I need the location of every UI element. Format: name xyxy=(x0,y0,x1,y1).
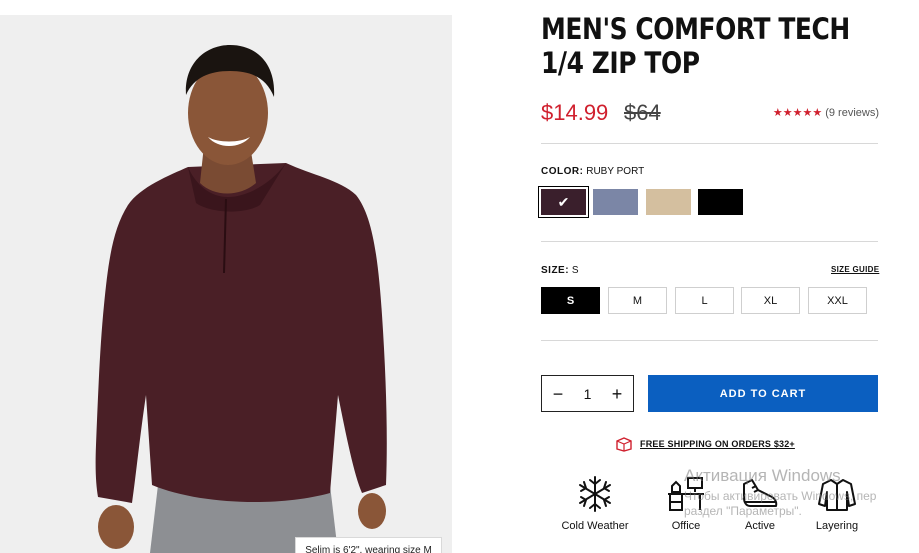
swatch-slate-blue[interactable] xyxy=(593,189,638,215)
quantity-value[interactable]: 1 xyxy=(584,386,592,402)
price-row: $14.99 $64 ★★★★★ (9 reviews) xyxy=(541,100,879,130)
add-to-cart-button[interactable]: ADD TO CART xyxy=(648,375,878,412)
sale-price: $14.99 xyxy=(541,100,609,125)
jacket-icon xyxy=(818,479,856,511)
size-guide-link[interactable]: SIZE GUIDE xyxy=(831,265,879,274)
reviews-link[interactable]: (9 reviews) xyxy=(825,107,879,119)
rating-stars-icon: ★★★★★ xyxy=(772,107,823,119)
divider xyxy=(541,241,878,242)
feature-active: Active xyxy=(720,474,800,532)
size-option-s[interactable]: S xyxy=(541,287,600,314)
free-shipping-link[interactable]: FREE SHIPPING ON ORDERS $32+ xyxy=(640,439,795,449)
sneaker-icon xyxy=(743,479,778,507)
snowflake-icon xyxy=(579,476,611,512)
desk-icon xyxy=(668,477,704,511)
feature-label: Cold Weather xyxy=(561,520,629,532)
divider xyxy=(541,143,878,144)
product-image[interactable]: Selim is 6'2", wearing size M xyxy=(0,15,452,553)
quantity-stepper: − 1 + xyxy=(541,375,634,412)
model-size-caption: Selim is 6'2", wearing size M xyxy=(295,537,442,553)
rating[interactable]: ★★★★★ (9 reviews) xyxy=(772,106,879,120)
color-label: COLOR: RUBY PORT xyxy=(541,166,645,177)
feature-layering: Layering xyxy=(797,474,877,532)
feature-office: Office xyxy=(646,474,726,532)
swatch-black[interactable] xyxy=(698,189,743,215)
feature-cold-weather: Cold Weather xyxy=(555,474,635,532)
package-icon xyxy=(616,437,632,452)
free-shipping[interactable]: FREE SHIPPING ON ORDERS $32+ xyxy=(614,436,795,452)
check-icon: ✔ xyxy=(557,194,570,210)
selected-color-name: RUBY PORT xyxy=(586,166,645,177)
size-option-l[interactable]: L xyxy=(675,287,734,314)
size-label: SIZE: S xyxy=(541,265,579,276)
selected-size: S xyxy=(571,265,579,276)
feature-label: Office xyxy=(671,520,701,532)
size-option-m[interactable]: M xyxy=(608,287,667,314)
feature-label: Layering xyxy=(815,520,859,532)
decrease-quantity-button[interactable]: − xyxy=(551,385,565,403)
swatch-ruby-port[interactable]: ✔ xyxy=(538,186,589,218)
size-option-xxl[interactable]: XXL xyxy=(808,287,867,314)
size-option-xl[interactable]: XL xyxy=(741,287,800,314)
feature-label: Active xyxy=(745,520,775,532)
swatch-tan[interactable] xyxy=(646,189,691,215)
product-title: MEN'S COMFORT TECH 1/4 ZIP TOP xyxy=(541,12,850,80)
increase-quantity-button[interactable]: + xyxy=(610,385,624,403)
model-photo xyxy=(0,15,452,553)
original-price: $64 xyxy=(624,100,661,125)
divider xyxy=(541,340,878,341)
